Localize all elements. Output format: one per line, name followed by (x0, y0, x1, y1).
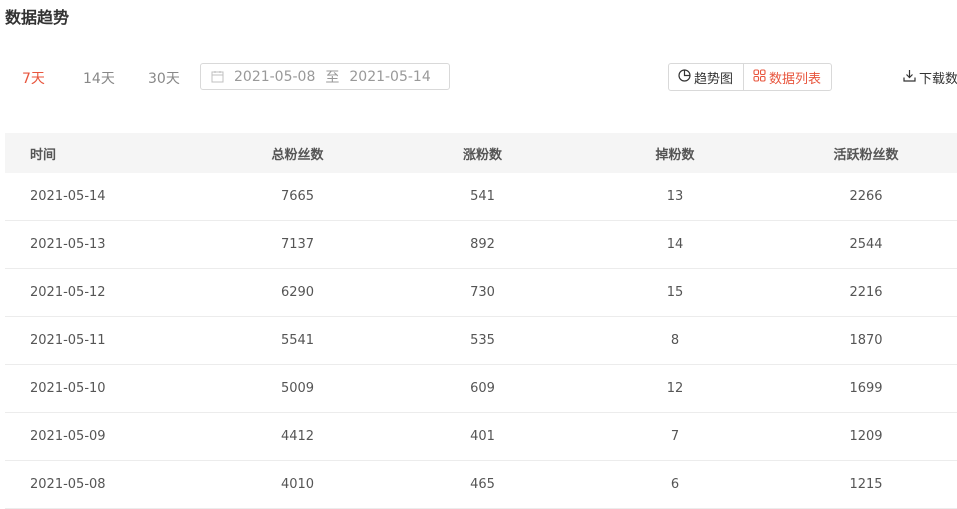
cell-active-fans: 1215 (849, 477, 883, 492)
cell-time: 2021-05-09 (30, 429, 106, 444)
date-separator: 至 (325, 69, 340, 86)
cell-new-fans: 535 (470, 333, 495, 348)
cell-total-fans: 4412 (280, 429, 315, 444)
grid-icon (753, 68, 769, 86)
download-button[interactable]: 下载数 (903, 68, 957, 87)
cell-lost-fans: 14 (666, 237, 684, 252)
cell-time: 2021-05-10 (30, 381, 106, 396)
cell-time: 2021-05-11 (30, 333, 106, 348)
cell-time: 2021-05-13 (30, 237, 106, 252)
table-row: 2021-05-11 5541 535 8 1870 (5, 317, 957, 365)
range-tab-14d[interactable]: 14天 (83, 68, 115, 88)
cell-new-fans: 609 (470, 381, 495, 396)
cell-time: 2021-05-08 (30, 477, 106, 492)
cell-lost-fans: 8 (670, 333, 680, 348)
cell-total-fans: 4010 (280, 477, 315, 492)
cell-lost-fans: 6 (670, 477, 680, 492)
trend-chart-button[interactable]: 趋势图 (669, 64, 743, 90)
range-tab-30d[interactable]: 30天 (148, 68, 180, 88)
table-row: 2021-05-13 7137 892 14 2544 (5, 221, 957, 269)
header-time: 时间 (30, 147, 57, 163)
trend-chart-label: 趋势图 (694, 71, 734, 87)
cell-time: 2021-05-14 (30, 189, 106, 204)
cell-active-fans: 2266 (849, 189, 883, 204)
cell-total-fans: 7137 (280, 237, 315, 252)
cell-new-fans: 730 (470, 285, 495, 300)
table-body: 2021-05-14 7665 541 13 2266 2021-05-13 7137 892… (5, 173, 957, 509)
cell-lost-fans: 13 (666, 189, 684, 204)
header-total-fans: 总粉丝数 (271, 147, 324, 163)
cell-time: 2021-05-12 (30, 285, 106, 300)
download-icon (903, 69, 919, 86)
header-new-fans: 涨粉数 (462, 147, 502, 163)
cell-active-fans: 2216 (849, 285, 883, 300)
date-start[interactable]: 2021-05-08 (234, 69, 315, 85)
cell-lost-fans: 7 (670, 429, 680, 444)
download-label: 下载数 (919, 72, 957, 87)
table-header: 时间 总粉丝数 涨粉数 掉粉数 活跃粉丝数 (5, 133, 957, 173)
table-row: 2021-05-14 7665 541 13 2266 (5, 173, 957, 221)
cell-new-fans: 401 (470, 429, 495, 444)
header-lost-fans: 掉粉数 (655, 147, 695, 163)
cell-total-fans: 6290 (280, 285, 315, 300)
cell-total-fans: 5009 (280, 381, 315, 396)
table-row: 2021-05-08 4010 465 6 1215 (5, 461, 957, 509)
data-table: 时间 总粉丝数 涨粉数 掉粉数 活跃粉丝数 2021-05-14 7665 541 1… (5, 133, 957, 509)
header-active-fans: 活跃粉丝数 (833, 147, 899, 163)
cell-active-fans: 1699 (849, 381, 883, 396)
table-row: 2021-05-09 4412 401 7 1209 (5, 413, 957, 461)
cell-active-fans: 1209 (849, 429, 883, 444)
cell-total-fans: 5541 (280, 333, 315, 348)
cell-active-fans: 2544 (849, 237, 883, 252)
cell-new-fans: 541 (470, 189, 495, 204)
range-tab-7d[interactable]: 7天 (22, 68, 45, 88)
table-row: 2021-05-10 5009 609 12 1699 (5, 365, 957, 413)
pie-chart-icon (678, 68, 694, 86)
data-list-label: 数据列表 (769, 71, 822, 87)
cell-lost-fans: 15 (666, 285, 684, 300)
date-range-picker[interactable]: 2021-05-08 至 2021-05-14 (200, 63, 450, 90)
calendar-icon (211, 70, 224, 83)
table-row: 2021-05-12 6290 730 15 2216 (5, 269, 957, 317)
cell-lost-fans: 12 (666, 381, 684, 396)
page-title: 数据趋势 (5, 8, 70, 27)
cell-active-fans: 1870 (849, 333, 883, 348)
view-toggle: 趋势图 数据列表 (668, 63, 833, 91)
date-end[interactable]: 2021-05-14 (349, 69, 430, 85)
data-list-button[interactable]: 数据列表 (743, 64, 831, 90)
cell-total-fans: 7665 (280, 189, 315, 204)
cell-new-fans: 892 (470, 237, 495, 252)
cell-new-fans: 465 (470, 477, 495, 492)
